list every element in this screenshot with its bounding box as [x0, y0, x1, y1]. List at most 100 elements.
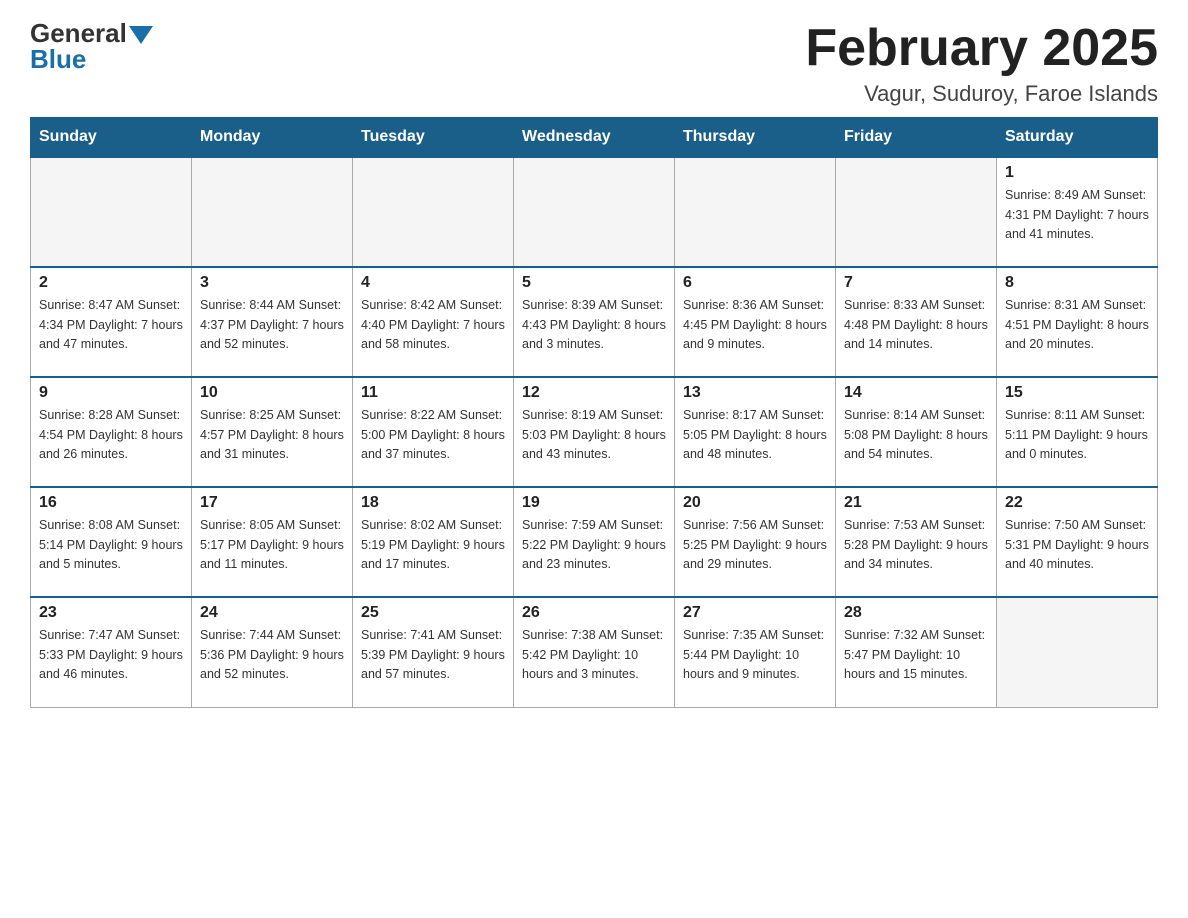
calendar-cell-w5-d3: 25Sunrise: 7:41 AM Sunset: 5:39 PM Dayli… — [353, 597, 514, 707]
day-info: Sunrise: 7:32 AM Sunset: 5:47 PM Dayligh… — [844, 626, 988, 684]
day-info: Sunrise: 7:59 AM Sunset: 5:22 PM Dayligh… — [522, 516, 666, 574]
calendar-cell-w5-d6: 28 Sunrise: 7:32 AM Sunset: 5:47 PM Dayli… — [836, 597, 997, 707]
day-number: 1 — [1005, 164, 1149, 182]
day-number: 25 — [361, 604, 505, 622]
calendar-cell-w1-d1 — [31, 157, 192, 267]
logo-triangle-icon — [129, 26, 153, 44]
header-thursday: Thursday — [675, 118, 836, 158]
calendar-cell-w3-d5: 13 Sunrise: 8:17 AM Sunset: 5:05 PM Dayli… — [675, 377, 836, 487]
day-number: 28 — [844, 604, 988, 622]
day-number: 18 — [361, 494, 505, 512]
day-number: 11 — [361, 384, 505, 402]
day-info: Sunrise: 8:22 AM Sunset: 5:00 PM Dayligh… — [361, 406, 505, 464]
day-info: Sunrise: 7:38 AM Sunset: 5:42 PM Dayligh… — [522, 626, 666, 684]
logo: General Blue — [30, 20, 153, 72]
day-number: 17 — [200, 494, 344, 512]
day-info: Sunrise: 8:44 AM Sunset: 4:37 PM Dayligh… — [200, 296, 344, 354]
day-info: Sunrise: 8:11 AM Sunset: 5:11 PM Dayligh… — [1005, 406, 1149, 464]
day-info: Sunrise: 8:19 AM Sunset: 5:03 PM Dayligh… — [522, 406, 666, 464]
logo-blue-text: Blue — [30, 46, 153, 72]
day-number: 21 — [844, 494, 988, 512]
logo-general-text: General — [30, 20, 127, 46]
day-info: Sunrise: 8:33 AM Sunset: 4:48 PM Dayligh… — [844, 296, 988, 354]
day-info: Sunrise: 8:42 AM Sunset: 4:40 PM Dayligh… — [361, 296, 505, 354]
day-info: Sunrise: 7:50 AM Sunset: 5:31 PM Dayligh… — [1005, 516, 1149, 574]
header-wednesday: Wednesday — [514, 118, 675, 158]
calendar-cell-w5-d7 — [997, 597, 1158, 707]
calendar-cell-w1-d6 — [836, 157, 997, 267]
header-friday: Friday — [836, 118, 997, 158]
day-number: 5 — [522, 274, 666, 292]
calendar-cell-w3-d6: 14Sunrise: 8:14 AM Sunset: 5:08 PM Dayli… — [836, 377, 997, 487]
calendar-cell-w4-d5: 20 Sunrise: 7:56 AM Sunset: 5:25 PM Dayli… — [675, 487, 836, 597]
calendar-cell-w1-d2 — [192, 157, 353, 267]
day-info: Sunrise: 8:25 AM Sunset: 4:57 PM Dayligh… — [200, 406, 344, 464]
calendar-title: February 2025 — [805, 20, 1158, 77]
calendar-cell-w3-d4: 12 Sunrise: 8:19 AM Sunset: 5:03 PM Dayli… — [514, 377, 675, 487]
day-number: 4 — [361, 274, 505, 292]
day-number: 26 — [522, 604, 666, 622]
day-info: Sunrise: 8:36 AM Sunset: 4:45 PM Dayligh… — [683, 296, 827, 354]
day-info: Sunrise: 8:31 AM Sunset: 4:51 PM Dayligh… — [1005, 296, 1149, 354]
day-info: Sunrise: 7:47 AM Sunset: 5:33 PM Dayligh… — [39, 626, 183, 684]
calendar-cell-w1-d7: 1 Sunrise: 8:49 AM Sunset: 4:31 PM Daylig… — [997, 157, 1158, 267]
calendar-cell-w5-d1: 23Sunrise: 7:47 AM Sunset: 5:33 PM Dayli… — [31, 597, 192, 707]
day-info: Sunrise: 8:14 AM Sunset: 5:08 PM Dayligh… — [844, 406, 988, 464]
day-number: 24 — [200, 604, 344, 622]
day-info: Sunrise: 8:05 AM Sunset: 5:17 PM Dayligh… — [200, 516, 344, 574]
week-row-4: 16 Sunrise: 8:08 AM Sunset: 5:14 PM Dayli… — [31, 487, 1158, 597]
day-number: 8 — [1005, 274, 1149, 292]
day-number: 3 — [200, 274, 344, 292]
day-number: 16 — [39, 494, 183, 512]
day-number: 6 — [683, 274, 827, 292]
calendar-cell-w3-d1: 9 Sunrise: 8:28 AM Sunset: 4:54 PM Daylig… — [31, 377, 192, 487]
calendar-cell-w4-d1: 16 Sunrise: 8:08 AM Sunset: 5:14 PM Dayli… — [31, 487, 192, 597]
header-monday: Monday — [192, 118, 353, 158]
day-info: Sunrise: 8:02 AM Sunset: 5:19 PM Dayligh… — [361, 516, 505, 574]
calendar-location: Vagur, Suduroy, Faroe Islands — [805, 81, 1158, 107]
day-number: 12 — [522, 384, 666, 402]
calendar-cell-w5-d5: 27Sunrise: 7:35 AM Sunset: 5:44 PM Dayli… — [675, 597, 836, 707]
day-number: 22 — [1005, 494, 1149, 512]
calendar-cell-w4-d3: 18 Sunrise: 8:02 AM Sunset: 5:19 PM Dayli… — [353, 487, 514, 597]
week-row-1: 1 Sunrise: 8:49 AM Sunset: 4:31 PM Daylig… — [31, 157, 1158, 267]
day-info: Sunrise: 7:56 AM Sunset: 5:25 PM Dayligh… — [683, 516, 827, 574]
day-info: Sunrise: 7:35 AM Sunset: 5:44 PM Dayligh… — [683, 626, 827, 684]
calendar-cell-w3-d2: 10 Sunrise: 8:25 AM Sunset: 4:57 PM Dayli… — [192, 377, 353, 487]
header-tuesday: Tuesday — [353, 118, 514, 158]
week-row-5: 23Sunrise: 7:47 AM Sunset: 5:33 PM Dayli… — [31, 597, 1158, 707]
calendar-cell-w2-d1: 2 Sunrise: 8:47 AM Sunset: 4:34 PM Daylig… — [31, 267, 192, 377]
calendar-cell-w5-d2: 24Sunrise: 7:44 AM Sunset: 5:36 PM Dayli… — [192, 597, 353, 707]
day-info: Sunrise: 8:47 AM Sunset: 4:34 PM Dayligh… — [39, 296, 183, 354]
day-number: 15 — [1005, 384, 1149, 402]
calendar-cell-w1-d3 — [353, 157, 514, 267]
week-row-2: 2 Sunrise: 8:47 AM Sunset: 4:34 PM Daylig… — [31, 267, 1158, 377]
day-number: 19 — [522, 494, 666, 512]
header-sunday: Sunday — [31, 118, 192, 158]
day-info: Sunrise: 8:28 AM Sunset: 4:54 PM Dayligh… — [39, 406, 183, 464]
weekday-header-row: Sunday Monday Tuesday Wednesday Thursday… — [31, 118, 1158, 158]
day-number: 13 — [683, 384, 827, 402]
calendar-cell-w1-d4 — [514, 157, 675, 267]
day-info: Sunrise: 8:49 AM Sunset: 4:31 PM Dayligh… — [1005, 186, 1149, 244]
day-number: 10 — [200, 384, 344, 402]
calendar-cell-w4-d2: 17 Sunrise: 8:05 AM Sunset: 5:17 PM Dayli… — [192, 487, 353, 597]
calendar-cell-w5-d4: 26 Sunrise: 7:38 AM Sunset: 5:42 PM Dayli… — [514, 597, 675, 707]
week-row-3: 9 Sunrise: 8:28 AM Sunset: 4:54 PM Daylig… — [31, 377, 1158, 487]
day-number: 9 — [39, 384, 183, 402]
day-number: 7 — [844, 274, 988, 292]
calendar-cell-w4-d4: 19 Sunrise: 7:59 AM Sunset: 5:22 PM Dayli… — [514, 487, 675, 597]
title-block: February 2025 Vagur, Suduroy, Faroe Isla… — [805, 20, 1158, 107]
day-number: 20 — [683, 494, 827, 512]
day-info: Sunrise: 8:08 AM Sunset: 5:14 PM Dayligh… — [39, 516, 183, 574]
day-info: Sunrise: 8:17 AM Sunset: 5:05 PM Dayligh… — [683, 406, 827, 464]
calendar-cell-w2-d2: 3 Sunrise: 8:44 AM Sunset: 4:37 PM Daylig… — [192, 267, 353, 377]
calendar-cell-w2-d6: 7 Sunrise: 8:33 AM Sunset: 4:48 PM Daylig… — [836, 267, 997, 377]
header-saturday: Saturday — [997, 118, 1158, 158]
calendar-cell-w3-d7: 15 Sunrise: 8:11 AM Sunset: 5:11 PM Dayli… — [997, 377, 1158, 487]
calendar-cell-w1-d5 — [675, 157, 836, 267]
day-number: 2 — [39, 274, 183, 292]
day-info: Sunrise: 7:53 AM Sunset: 5:28 PM Dayligh… — [844, 516, 988, 574]
calendar-cell-w2-d4: 5Sunrise: 8:39 AM Sunset: 4:43 PM Daylig… — [514, 267, 675, 377]
page-header: General Blue February 2025 Vagur, Suduro… — [30, 20, 1158, 107]
